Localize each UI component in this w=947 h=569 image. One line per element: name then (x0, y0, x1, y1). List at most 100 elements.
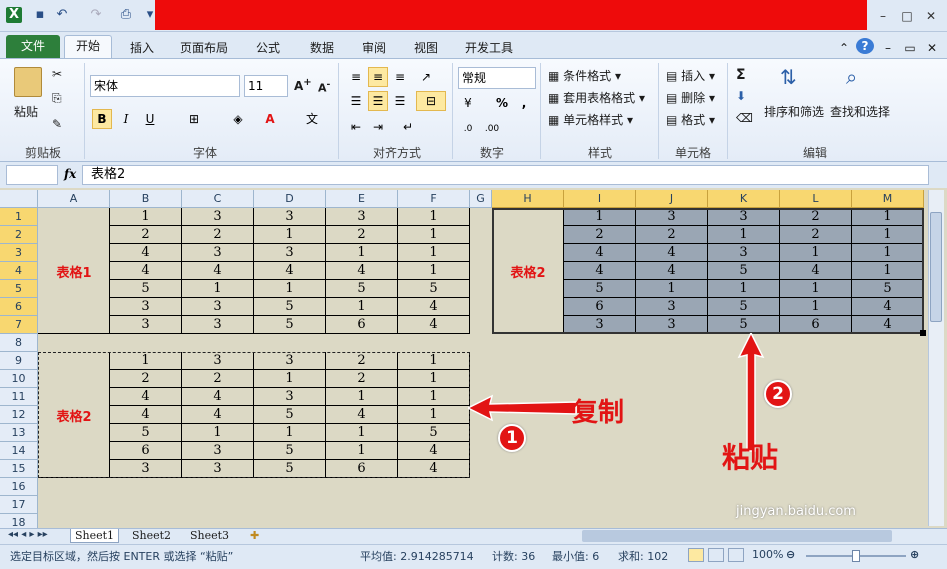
row-header-11[interactable]: 11 (0, 388, 38, 406)
copy-icon[interactable]: ⎘ (52, 91, 62, 106)
sheet-tab-2[interactable]: Sheet2 (128, 529, 175, 543)
minimize-ribbon-icon[interactable]: ⌃ (836, 38, 852, 58)
page-layout-view-icon[interactable] (708, 548, 724, 562)
column-header-f[interactable]: F (398, 190, 470, 208)
table-cell[interactable]: 3 (182, 208, 254, 226)
column-header-d[interactable]: D (254, 190, 326, 208)
align-left-icon[interactable]: ☰ (346, 91, 366, 111)
table-cell[interactable]: 1 (254, 280, 326, 298)
save-icon[interactable]: ▪ (32, 7, 48, 23)
format-cells-button[interactable]: ▤ 格式 ▾ (666, 111, 715, 128)
workbook-minimize-icon[interactable]: – (880, 38, 896, 58)
row-header-14[interactable]: 14 (0, 442, 38, 460)
delete-cells-button[interactable]: ▤ 删除 ▾ (666, 89, 715, 106)
table-cell[interactable]: 5 (326, 280, 398, 298)
horizontal-scrollbar[interactable] (582, 530, 892, 542)
minimize-button[interactable]: – (872, 8, 894, 24)
comma-button[interactable]: , (514, 93, 534, 113)
paste-button[interactable]: 粘贴 (14, 103, 38, 120)
underline-button[interactable]: U (140, 109, 160, 129)
row-header-5[interactable]: 5 (0, 280, 38, 298)
tab-file[interactable]: 文件 (6, 35, 60, 58)
row-header-2[interactable]: 2 (0, 226, 38, 244)
number-format-select[interactable]: 常规 (458, 67, 536, 89)
table-cell[interactable]: 4 (254, 262, 326, 280)
column-header-k[interactable]: K (708, 190, 780, 208)
table-cell[interactable]: 4 (398, 316, 470, 334)
insert-sheet-icon[interactable]: ✚ (246, 529, 263, 543)
find-select-icon[interactable]: ⌕ (846, 65, 857, 89)
table-cell[interactable]: 2 (182, 226, 254, 244)
decrease-indent-icon[interactable]: ⇤ (346, 117, 366, 137)
shrink-font-icon[interactable]: A- (318, 79, 330, 95)
zoom-slider-thumb[interactable] (852, 550, 860, 562)
table-cell[interactable]: 3 (254, 244, 326, 262)
autosum-button[interactable]: Σ (736, 67, 746, 83)
table-cell[interactable]: 4 (182, 262, 254, 280)
orientation-icon[interactable]: ↗ (416, 67, 436, 87)
font-color-icon[interactable]: A (260, 109, 280, 129)
tab-developer[interactable]: 开发工具 (456, 38, 522, 58)
print-preview-icon[interactable]: ⎙ (118, 7, 134, 23)
table-cell[interactable]: 6 (326, 316, 398, 334)
column-header-m[interactable]: M (852, 190, 924, 208)
currency-icon[interactable]: ¥ (458, 93, 478, 113)
row-header-12[interactable]: 12 (0, 406, 38, 424)
row-header-16[interactable]: 16 (0, 478, 38, 496)
table-cell[interactable]: 3 (182, 298, 254, 316)
row-header-3[interactable]: 3 (0, 244, 38, 262)
column-header-e[interactable]: E (326, 190, 398, 208)
align-top-icon[interactable]: ≡ (346, 67, 366, 87)
insert-cells-button[interactable]: ▤ 插入 ▾ (666, 67, 715, 84)
sheet-tab-1[interactable]: Sheet1 (70, 529, 120, 543)
format-as-table-button[interactable]: ▦ 套用表格格式 ▾ (548, 89, 645, 106)
row-header-15[interactable]: 15 (0, 460, 38, 478)
phonetic-icon[interactable]: 文 (302, 109, 322, 129)
italic-button[interactable]: I (116, 109, 136, 129)
increase-decimal-icon[interactable]: .0 (458, 119, 478, 139)
row-header-17[interactable]: 17 (0, 496, 38, 514)
table-cell[interactable]: 5 (254, 316, 326, 334)
table-cell[interactable]: 3 (110, 316, 182, 334)
tab-page-layout[interactable]: 页面布局 (172, 38, 236, 58)
table-cell[interactable]: 1 (182, 280, 254, 298)
font-size-select[interactable]: 11 (244, 75, 288, 97)
clear-icon[interactable]: ⌫ (736, 111, 753, 125)
page-break-view-icon[interactable] (728, 548, 744, 562)
table-cell[interactable]: 3 (326, 208, 398, 226)
sort-filter-button[interactable]: 排序和筛选 (764, 103, 824, 120)
table-cell[interactable]: 4 (110, 244, 182, 262)
table-cell[interactable]: 4 (326, 262, 398, 280)
table-cell[interactable]: 1 (326, 244, 398, 262)
column-header-j[interactable]: J (636, 190, 708, 208)
row-header-8[interactable]: 8 (0, 334, 38, 352)
row-header-10[interactable]: 10 (0, 370, 38, 388)
fill-color-icon[interactable]: ◈ (228, 109, 248, 129)
table-cell[interactable]: 1 (254, 226, 326, 244)
tab-formulas[interactable]: 公式 (246, 38, 290, 58)
row-header-1[interactable]: 1 (0, 208, 38, 226)
zoom-out-icon[interactable]: ⊖ (786, 548, 795, 561)
table-cell[interactable]: 1 (398, 244, 470, 262)
align-bottom-icon[interactable]: ≡ (390, 67, 410, 87)
align-right-icon[interactable]: ☰ (390, 91, 410, 111)
close-button[interactable]: ✕ (920, 8, 942, 24)
column-header-a[interactable]: A (38, 190, 110, 208)
column-header-h[interactable]: H (492, 190, 564, 208)
column-header-c[interactable]: C (182, 190, 254, 208)
column-header-b[interactable]: B (110, 190, 182, 208)
help-icon[interactable]: ? (856, 38, 874, 54)
tab-view[interactable]: 视图 (404, 38, 448, 58)
decrease-decimal-icon[interactable]: .00 (482, 119, 502, 139)
percent-button[interactable]: % (492, 93, 512, 113)
table-cell[interactable]: 1 (110, 208, 182, 226)
table-cell[interactable]: 3 (254, 208, 326, 226)
table-cell[interactable]: 1 (398, 262, 470, 280)
tab-insert[interactable]: 插入 (120, 38, 164, 58)
workbook-restore-icon[interactable]: ▭ (902, 38, 918, 58)
column-header-g[interactable]: G (470, 190, 492, 208)
align-middle-icon[interactable]: ≡ (368, 67, 388, 87)
find-select-button[interactable]: 查找和选择 (830, 103, 890, 120)
table-cell[interactable]: 5 (254, 298, 326, 316)
table-cell[interactable]: 3 (182, 316, 254, 334)
